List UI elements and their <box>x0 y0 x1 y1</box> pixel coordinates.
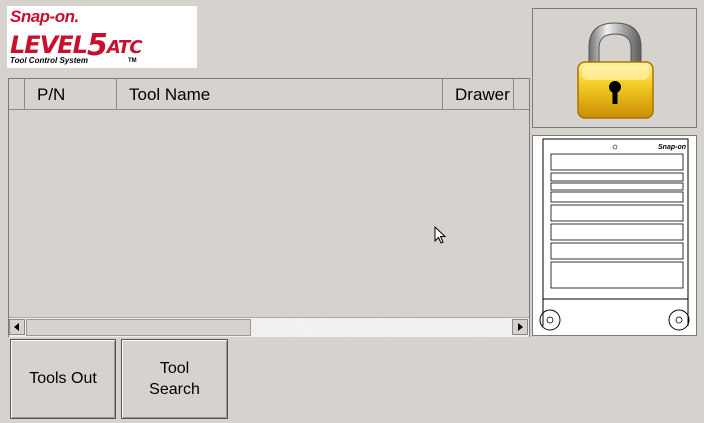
level5-atc-logo: Snap-on. LEVEL5ATC Tool Control System T… <box>7 6 197 68</box>
product-number: 5 <box>86 28 108 63</box>
scroll-left-button[interactable] <box>9 319 25 335</box>
tool-cabinet-panel[interactable]: Snap-on <box>532 135 697 336</box>
tools-out-button[interactable]: Tools Out <box>10 339 116 419</box>
tool-grid[interactable]: P/N Tool Name Drawer <box>8 78 530 337</box>
tool-search-label-line1: Tool <box>159 360 190 377</box>
row-header-corner <box>9 79 25 109</box>
column-header-tool-name[interactable]: Tool Name <box>117 79 443 109</box>
mouse-pointer-icon <box>434 226 447 244</box>
scrollbar-thumb[interactable] <box>26 319 251 336</box>
product-prefix: LEVEL <box>10 31 88 59</box>
tool-cabinet-icon: Snap-on <box>539 138 690 331</box>
arrow-right-icon <box>518 323 523 331</box>
padlock-icon <box>577 22 654 119</box>
cabinet-brand-text: Snap-on <box>658 144 686 151</box>
trademark-mark: TM <box>128 58 137 64</box>
lock-status-panel[interactable] <box>532 8 697 128</box>
grid-header: P/N Tool Name Drawer <box>9 79 529 110</box>
snapon-brand-text: Snap-on. <box>10 7 79 26</box>
arrow-left-icon <box>14 323 19 331</box>
scrollbar-track[interactable] <box>252 318 514 337</box>
column-header-spacer <box>514 79 528 109</box>
product-suffix: ATC <box>106 37 143 58</box>
tool-search-label-line2: Search <box>149 381 200 398</box>
column-header-pn[interactable]: P/N <box>25 79 117 109</box>
logo-tagline: Tool Control System <box>10 56 88 65</box>
horizontal-scrollbar[interactable] <box>9 317 529 337</box>
tools-out-label: Tools Out <box>29 370 97 387</box>
scroll-right-button[interactable] <box>512 319 528 335</box>
column-header-drawer[interactable]: Drawer <box>443 79 514 109</box>
tool-search-button[interactable]: Tool Search <box>121 339 228 419</box>
